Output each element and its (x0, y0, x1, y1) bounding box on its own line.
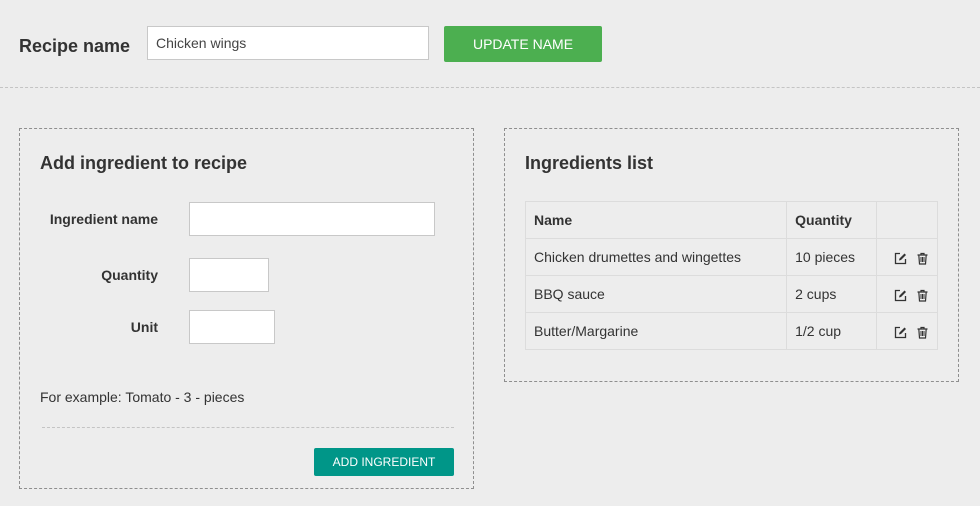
table-row: Chicken drumettes and wingettes 10 piece… (524, 238, 938, 276)
recipe-name-input[interactable] (147, 26, 429, 60)
actions-cell (876, 312, 938, 350)
quantity-input[interactable] (189, 258, 269, 292)
edit-icon[interactable] (894, 252, 907, 265)
trash-icon[interactable] (916, 326, 929, 339)
table-row: BBQ sauce 2 cups (524, 275, 938, 313)
table-header-row: Name Quantity (524, 201, 938, 239)
column-header-name: Name (524, 201, 788, 239)
recipe-name-label: Recipe name (19, 36, 131, 56)
add-ingredient-title: Add ingredient to recipe (40, 153, 248, 173)
recipe-header: Recipe name Update name (0, 0, 980, 88)
ingredient-name-cell: BBQ sauce (524, 275, 788, 313)
ingredient-name-label: Ingredient name (49, 211, 158, 227)
ingredient-name-cell: Butter/Margarine (524, 312, 788, 350)
ingredients-table: Name Quantity Chicken drumettes and wing… (524, 201, 938, 350)
edit-icon[interactable] (894, 326, 907, 339)
add-ingredient-panel: Add ingredient to recipe Ingredient name… (19, 128, 474, 489)
update-name-button[interactable]: Update name (444, 26, 602, 62)
form-divider (42, 427, 454, 428)
unit-label: Unit (130, 319, 158, 335)
trash-icon[interactable] (916, 289, 929, 302)
ingredient-quantity-cell: 2 cups (786, 275, 878, 313)
ingredient-quantity-cell: 1/2 cup (786, 312, 878, 350)
ingredient-name-input[interactable] (189, 202, 435, 236)
edit-icon[interactable] (894, 289, 907, 302)
ingredient-quantity-cell: 10 pieces (786, 238, 878, 276)
add-ingredient-button[interactable]: Add ingredient (314, 448, 454, 476)
table-row: Butter/Margarine 1/2 cup (524, 312, 938, 350)
column-header-quantity: Quantity (786, 201, 878, 239)
quantity-label: Quantity (101, 267, 158, 283)
ingredients-list-panel: Ingredients list Name Quantity Chicken d… (504, 128, 959, 382)
example-hint: For example: Tomato - 3 - pieces (40, 389, 245, 405)
actions-cell (876, 238, 938, 276)
actions-cell (876, 275, 938, 313)
column-header-actions (876, 201, 938, 239)
trash-icon[interactable] (916, 252, 929, 265)
ingredients-list-title: Ingredients list (525, 153, 654, 173)
ingredient-name-cell: Chicken drumettes and wingettes (524, 238, 788, 276)
unit-input[interactable] (189, 310, 275, 344)
